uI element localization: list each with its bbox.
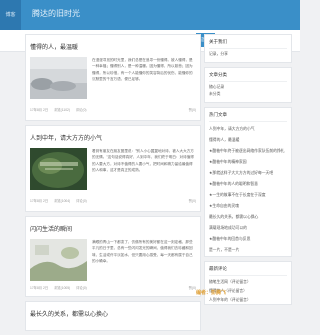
article-likes[interactable]: 赞(0) <box>189 285 196 290</box>
article-meta: 17年8月 2日 浏览(1005) 评论(0) 赞(0) <box>30 285 196 290</box>
article-card: 闪闪生活的瞬间 满眼的青山一下都变了，仿佛所有的美好都在这一刻定格，那些平凡的日… <box>25 216 201 297</box>
article-comments[interactable]: 评论(0) <box>76 108 87 112</box>
popular-link[interactable]: 懂得的人，最温暖 <box>209 135 287 146</box>
article-date: 17年8月 2日 <box>30 286 49 290</box>
category-link[interactable]: 随心记录 <box>209 84 287 91</box>
article-title[interactable]: 懂得的人，最温暖 <box>30 42 196 51</box>
popular-link[interactable]: ★酸柚中年终于被逐出网络作家队伍前的挣扎 <box>209 146 287 157</box>
article-likes[interactable]: 赞(0) <box>189 107 196 112</box>
popular-link[interactable]: ★一生的故事不在于长度在于深度 <box>209 190 287 201</box>
article-meta: 17年8月 2日 浏览(1004) 评论(0) 赞(0) <box>30 198 196 203</box>
article-title[interactable]: 闪闪生活的瞬间 <box>30 224 196 233</box>
popular-link[interactable]: ★酸柚中年的回首与反思 <box>209 234 287 245</box>
comment-link[interactable]: 随笔生活网（评论留言） <box>209 278 287 287</box>
article-likes[interactable]: 赞(0) <box>189 198 196 203</box>
widget-categories: 文章分类 随心记录 未分类 <box>204 67 292 103</box>
article-excerpt: 在漫漫寻觅的时光里，我们总是在追寻一份懂得。被人懂得，是一种幸福；懂得别人，是一… <box>92 58 193 81</box>
article-title[interactable]: 最长久的关系，都需以心换心 <box>30 309 196 318</box>
article-thumbnail[interactable] <box>30 148 87 190</box>
popular-link[interactable]: ★酸柚中年的精神家园 <box>209 157 287 168</box>
popular-link[interactable]: ★生命自由的灵魂 <box>209 201 287 212</box>
widget-about: 关于我们 记录，分享 <box>204 34 292 63</box>
watermark-text: 编者：彭腾飞 <box>196 290 227 296</box>
header-bar: 博客 腾达的旧时光 <box>0 0 300 30</box>
article-thumbnail[interactable] <box>30 57 87 99</box>
category-link[interactable]: 未分类 <box>209 91 287 98</box>
popular-link[interactable]: 最长久的关系，都需以心换心 <box>209 212 287 223</box>
widget-title: 关于我们 <box>209 39 287 49</box>
popular-link[interactable]: ★那就这样子大大方方的过好每一天吧 <box>209 168 287 179</box>
site-title[interactable]: 腾达的旧时光 <box>32 8 80 19</box>
widget-title: 最新评论 <box>209 266 287 276</box>
popular-link[interactable]: 是一片，不是一片 <box>209 245 287 256</box>
sidebar: 关于我们 记录，分享 文章分类 随心记录 未分类 热门文章 人到中年，请大方方的… <box>204 34 292 309</box>
widget-link[interactable]: 记录，分享 <box>209 51 287 58</box>
widget-popular: 热门文章 人到中年，请大方方的小气 懂得的人，最温暖 ★酸柚中年终于被逐出网络作… <box>204 107 292 257</box>
article-date: 17年8月 2日 <box>30 108 49 112</box>
popular-link[interactable]: 满载现场地成功可以的 <box>209 223 287 234</box>
article-comments[interactable]: 评论(0) <box>76 286 87 290</box>
article-views: 浏览(1004) <box>54 199 71 203</box>
article-card: 懂得的人，最温暖 在漫漫寻觅的时光里，我们总是在追寻一份懂得。被人懂得，是一种幸… <box>25 34 201 121</box>
article-meta: 17年8月 2日 浏览(1102) 评论(0) 赞(0) <box>30 107 196 112</box>
comment-link[interactable]: 人到中年的（评论留言） <box>209 296 287 305</box>
article-list: 懂得的人，最温暖 在漫漫寻觅的时光里，我们总是在追寻一份懂得。被人懂得，是一种幸… <box>25 34 201 335</box>
article-card: 最长久的关系，都需以心换心 <box>25 301 201 331</box>
article-views: 浏览(1102) <box>54 108 70 112</box>
article-excerpt: 看到有朋友在朋友圈里说："别人小心翼翼地对待，被人大大方方的无情。"这句话说得真… <box>92 149 194 172</box>
article-views: 浏览(1005) <box>54 286 71 290</box>
site-logo[interactable]: 博客 <box>0 0 21 30</box>
article-thumbnail[interactable] <box>30 239 87 281</box>
widget-title: 热门文章 <box>209 112 287 122</box>
widget-title: 文章分类 <box>209 72 287 82</box>
article-date: 17年8月 2日 <box>30 199 49 203</box>
article-comments[interactable]: 评论(0) <box>76 199 87 203</box>
popular-link[interactable]: 人到中年，请大方方的小气 <box>209 124 287 135</box>
article-card: 人到中年，请大方方的小气 看到有朋友在朋友圈里说："别人小心翼翼地对待，被人大大… <box>25 125 201 212</box>
widget-comments: 最新评论 随笔生活网（评论留言） 懂得的人（评论留言） 人到中年的（评论留言） <box>204 261 292 305</box>
popular-link[interactable]: ★酸柚中年的人的聪明和智慧 <box>209 179 287 190</box>
article-title[interactable]: 人到中年，请大方方的小气 <box>30 133 196 142</box>
article-excerpt: 满眼的青山一下都变了，仿佛所有的美好都在这一刻定格，那些平凡的日子里，总有一些闪… <box>92 240 193 263</box>
